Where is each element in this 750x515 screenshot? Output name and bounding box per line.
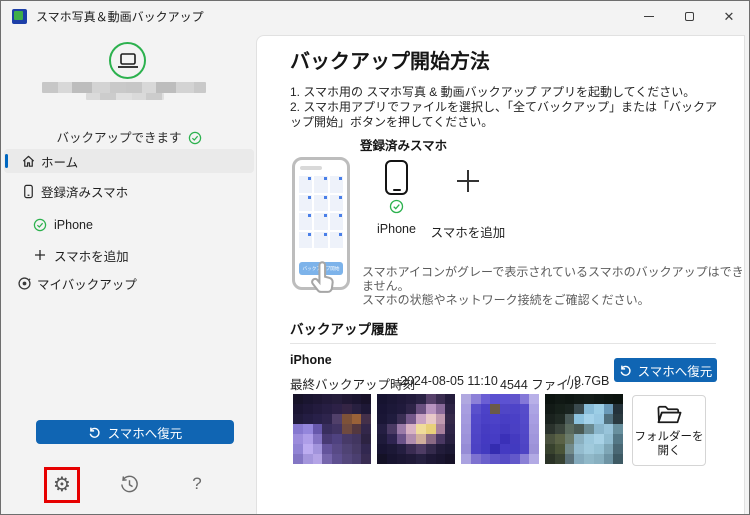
sidebar-item-label: 登録済みスマホ <box>41 182 128 201</box>
sidebar-item-home[interactable]: ホーム <box>4 149 254 173</box>
redacted-pc-name <box>42 82 206 93</box>
redacted-pc-name-line2 <box>86 93 164 100</box>
restore-to-phone-button[interactable]: スマホへ復元 <box>36 420 234 444</box>
maximize-button[interactable] <box>669 1 709 31</box>
divider <box>290 343 716 344</box>
minimize-icon <box>644 16 654 17</box>
sidebar-item-label: ホーム <box>41 152 78 171</box>
page-title: バックアップ開始方法 <box>290 45 490 74</box>
registered-phones-label: 登録済みスマホ <box>360 135 447 154</box>
registered-phones-note: スマホアイコンがグレーで表示されているスマホのバックアップはできません。 スマホ… <box>362 265 744 307</box>
restore-button-label: スマホへ復元 <box>108 423 183 442</box>
last-backup-label: 最終バックアップ時刻 <box>290 374 415 393</box>
total-size: / 9.7GB <box>567 374 609 388</box>
add-phone-plus-icon[interactable] <box>457 170 479 192</box>
open-folder-label-1: フォルダーを <box>635 430 704 444</box>
laptop-icon <box>116 51 140 71</box>
open-folder-button[interactable]: フォルダーを 開く <box>632 395 706 466</box>
history-clock-icon <box>119 474 140 495</box>
note-line-1: スマホアイコンがグレーで表示されているスマホのバックアップはできません。 <box>362 265 744 293</box>
title-bar: スマホ写真＆動画バックアップ ✕ <box>1 1 749 31</box>
photo-thumbnail[interactable] <box>461 394 539 464</box>
settings-gear-icon[interactable]: ⚙ <box>53 475 71 495</box>
check-circle-icon <box>31 218 49 232</box>
pc-status-text: バックアップできます <box>56 131 181 145</box>
sidebar-item-label: マイバックアップ <box>37 274 137 293</box>
sidebar-item-my-backup[interactable]: マイバックアップ <box>4 271 254 295</box>
window-title: スマホ写真＆動画バックアップ <box>36 8 204 25</box>
iphone-ok-check-icon <box>389 199 404 217</box>
pc-status-line: バックアップできます <box>2 127 256 146</box>
phone-app-illustration: バックアップ開始 <box>292 157 350 290</box>
last-backup-time: 2024-08-05 11:10 <box>400 374 498 388</box>
home-icon <box>19 154 37 169</box>
instructions: 1. スマホ用の スマホ写真 & 動画バックアップ アプリを起動してください。 … <box>290 85 728 130</box>
photo-thumbnail[interactable] <box>293 394 371 464</box>
pc-status-ring <box>109 42 146 79</box>
app-logo-icon <box>12 9 27 24</box>
backup-history-title: バックアップ履歴 <box>290 318 398 338</box>
plus-icon <box>31 249 49 261</box>
history-restore-label: スマホへ復元 <box>638 361 713 380</box>
help-button[interactable]: ? <box>186 472 208 496</box>
backup-history-button[interactable] <box>117 472 141 496</box>
iphone-device-label: iPhone <box>366 222 427 236</box>
tap-hand-icon <box>306 260 338 296</box>
sidebar-item-label: スマホを追加 <box>54 246 129 265</box>
instruction-line-2: 2. スマホ用アプリでファイルを選択し、「全てバックアップ」または「バックアップ… <box>290 100 728 130</box>
sidebar-item-label: iPhone <box>54 218 93 232</box>
thumbnail-strip <box>293 394 623 464</box>
settings-highlight-box: ⚙ <box>44 467 80 503</box>
close-button[interactable]: ✕ <box>709 1 749 31</box>
main-content-card: バックアップ開始方法 1. スマホ用の スマホ写真 & 動画バックアップ アプリ… <box>256 35 745 515</box>
status-ok-check-icon <box>188 131 202 145</box>
restore-icon <box>88 426 101 439</box>
backup-disc-icon <box>15 276 33 291</box>
phone-icon <box>19 184 37 199</box>
minimize-button[interactable] <box>629 1 669 31</box>
sidebar-item-add-phone[interactable]: スマホを追加 <box>4 243 254 267</box>
add-phone-label: スマホを追加 <box>423 222 513 241</box>
selected-accent-bar <box>5 154 8 168</box>
illustration-header-bar <box>300 166 322 170</box>
iphone-device-icon[interactable] <box>385 160 408 195</box>
sidebar-item-iphone[interactable]: iPhone <box>4 213 254 237</box>
instruction-line-1: 1. スマホ用の スマホ写真 & 動画バックアップ アプリを起動してください。 <box>290 85 728 100</box>
photo-thumbnail[interactable] <box>545 394 623 464</box>
note-line-2: スマホの状態やネットワーク接続をご確認ください。 <box>362 293 744 307</box>
history-device-name: iPhone <box>290 353 332 367</box>
sidebar: バックアップできます ホーム 登録済みスマホ iPhone <box>2 31 256 513</box>
photo-thumbnail[interactable] <box>377 394 455 464</box>
open-folder-label-2: 開く <box>658 444 681 458</box>
history-restore-button[interactable]: スマホへ復元 <box>614 358 717 382</box>
open-folder-icon <box>656 404 683 426</box>
app-window: スマホ写真＆動画バックアップ ✕ バックアップできます <box>0 0 750 515</box>
maximize-icon <box>685 12 694 21</box>
illustration-photo-grid <box>299 176 343 248</box>
sidebar-item-registered-phones[interactable]: 登録済みスマホ <box>4 179 254 203</box>
restore-icon <box>619 364 632 377</box>
